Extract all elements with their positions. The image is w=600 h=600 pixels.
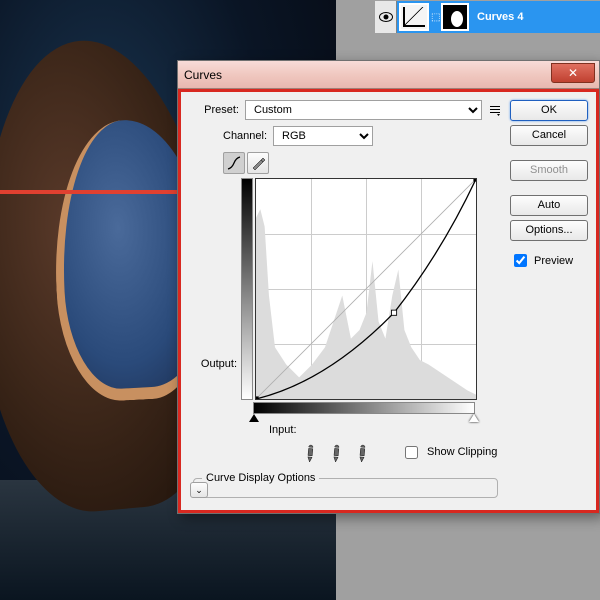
auto-button[interactable]: Auto [510,195,588,216]
eye-icon [379,12,393,22]
channel-select[interactable]: RGB [273,126,373,146]
curves-dialog: Curves ✕ Preset: Custom Channel: [177,60,600,514]
channel-label: Channel: [223,130,267,142]
curve-display-options-label: Curve Display Options [202,472,319,484]
smooth-button[interactable]: Smooth [510,160,588,181]
preset-menu-icon[interactable] [488,103,502,117]
curve-display-options-group: ⌄ Curve Display Options [193,472,498,498]
preset-label: Preset: [189,104,239,116]
dialog-title: Curves [184,68,222,82]
input-label: Input: [269,424,297,436]
preview-label: Preview [534,255,573,267]
close-button[interactable]: ✕ [551,63,595,83]
input-gradient[interactable] [253,402,475,414]
layer-row-curves[interactable]: ⬚ Curves 4 [375,1,600,33]
layer-name[interactable]: Curves 4 [477,11,523,23]
curve-point-tool[interactable] [223,152,245,174]
show-clipping-checkbox[interactable] [405,446,418,459]
preset-select[interactable]: Custom [245,100,482,120]
curve-pencil-tool[interactable] [247,152,269,174]
output-label: Output: [195,358,237,370]
black-eyedropper[interactable] [295,438,323,466]
options-button[interactable]: Options... [510,220,588,241]
white-eyedropper[interactable] [347,438,375,466]
expand-options-button[interactable]: ⌄ [190,482,208,498]
show-clipping-label: Show Clipping [427,446,497,458]
dialog-titlebar[interactable]: Curves ✕ [178,61,599,89]
pencil-icon [251,156,265,170]
curve-tool-icon [227,156,241,170]
gray-eyedropper[interactable] [321,438,349,466]
curves-graph[interactable] [255,178,477,400]
layer-mask-thumbnail[interactable] [441,3,469,31]
cancel-button[interactable]: Cancel [510,125,588,146]
histogram [256,179,476,399]
black-point-slider[interactable] [249,414,259,422]
link-icon[interactable]: ⬚ [431,12,439,23]
white-point-slider[interactable] [469,414,479,422]
close-icon: ✕ [568,66,578,80]
chevron-down-icon: ⌄ [195,485,203,496]
output-gradient [241,178,253,400]
adjustment-thumbnail[interactable] [399,3,429,31]
preview-checkbox[interactable] [514,254,527,267]
curves-icon [403,7,425,27]
layer-visibility-toggle[interactable] [375,1,397,33]
ok-button[interactable]: OK [510,100,588,121]
